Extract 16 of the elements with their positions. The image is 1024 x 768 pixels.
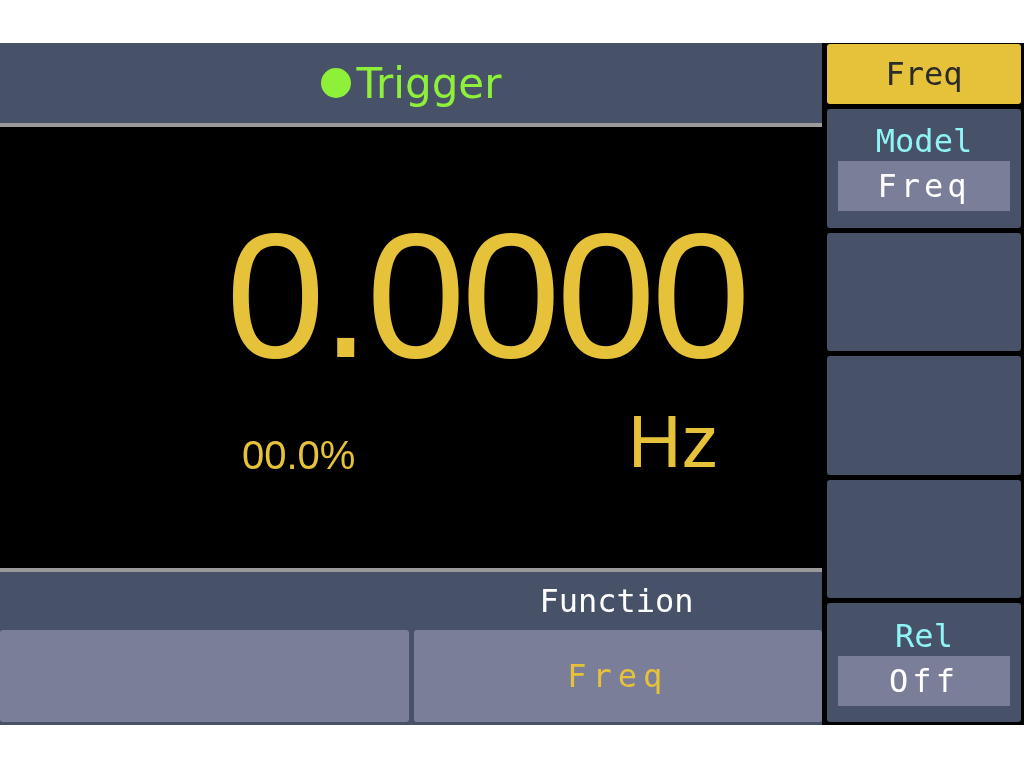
softkey-label: Rel	[895, 619, 953, 652]
function-slot[interactable]	[0, 630, 409, 722]
unit-label: Hz	[628, 405, 719, 479]
softkey-value: Off	[838, 655, 1010, 706]
header-title: Trigger	[356, 57, 502, 110]
softkey-panel[interactable]	[827, 356, 1021, 475]
percent-reading: 00.0%	[242, 435, 356, 475]
softkey-panel[interactable]: Model Freq	[827, 109, 1021, 228]
softkey-title[interactable]: Freq	[827, 44, 1021, 104]
softkey-panel[interactable]: Rel Off	[827, 603, 1021, 722]
softkey-panel[interactable]	[827, 479, 1021, 599]
frequency-reading: 0.0000	[226, 207, 747, 385]
softkey-panel[interactable]	[827, 232, 1021, 352]
function-label: Function	[538, 581, 695, 622]
softkey-label: Model	[875, 125, 973, 158]
softkey-value: Freq	[838, 161, 1010, 212]
